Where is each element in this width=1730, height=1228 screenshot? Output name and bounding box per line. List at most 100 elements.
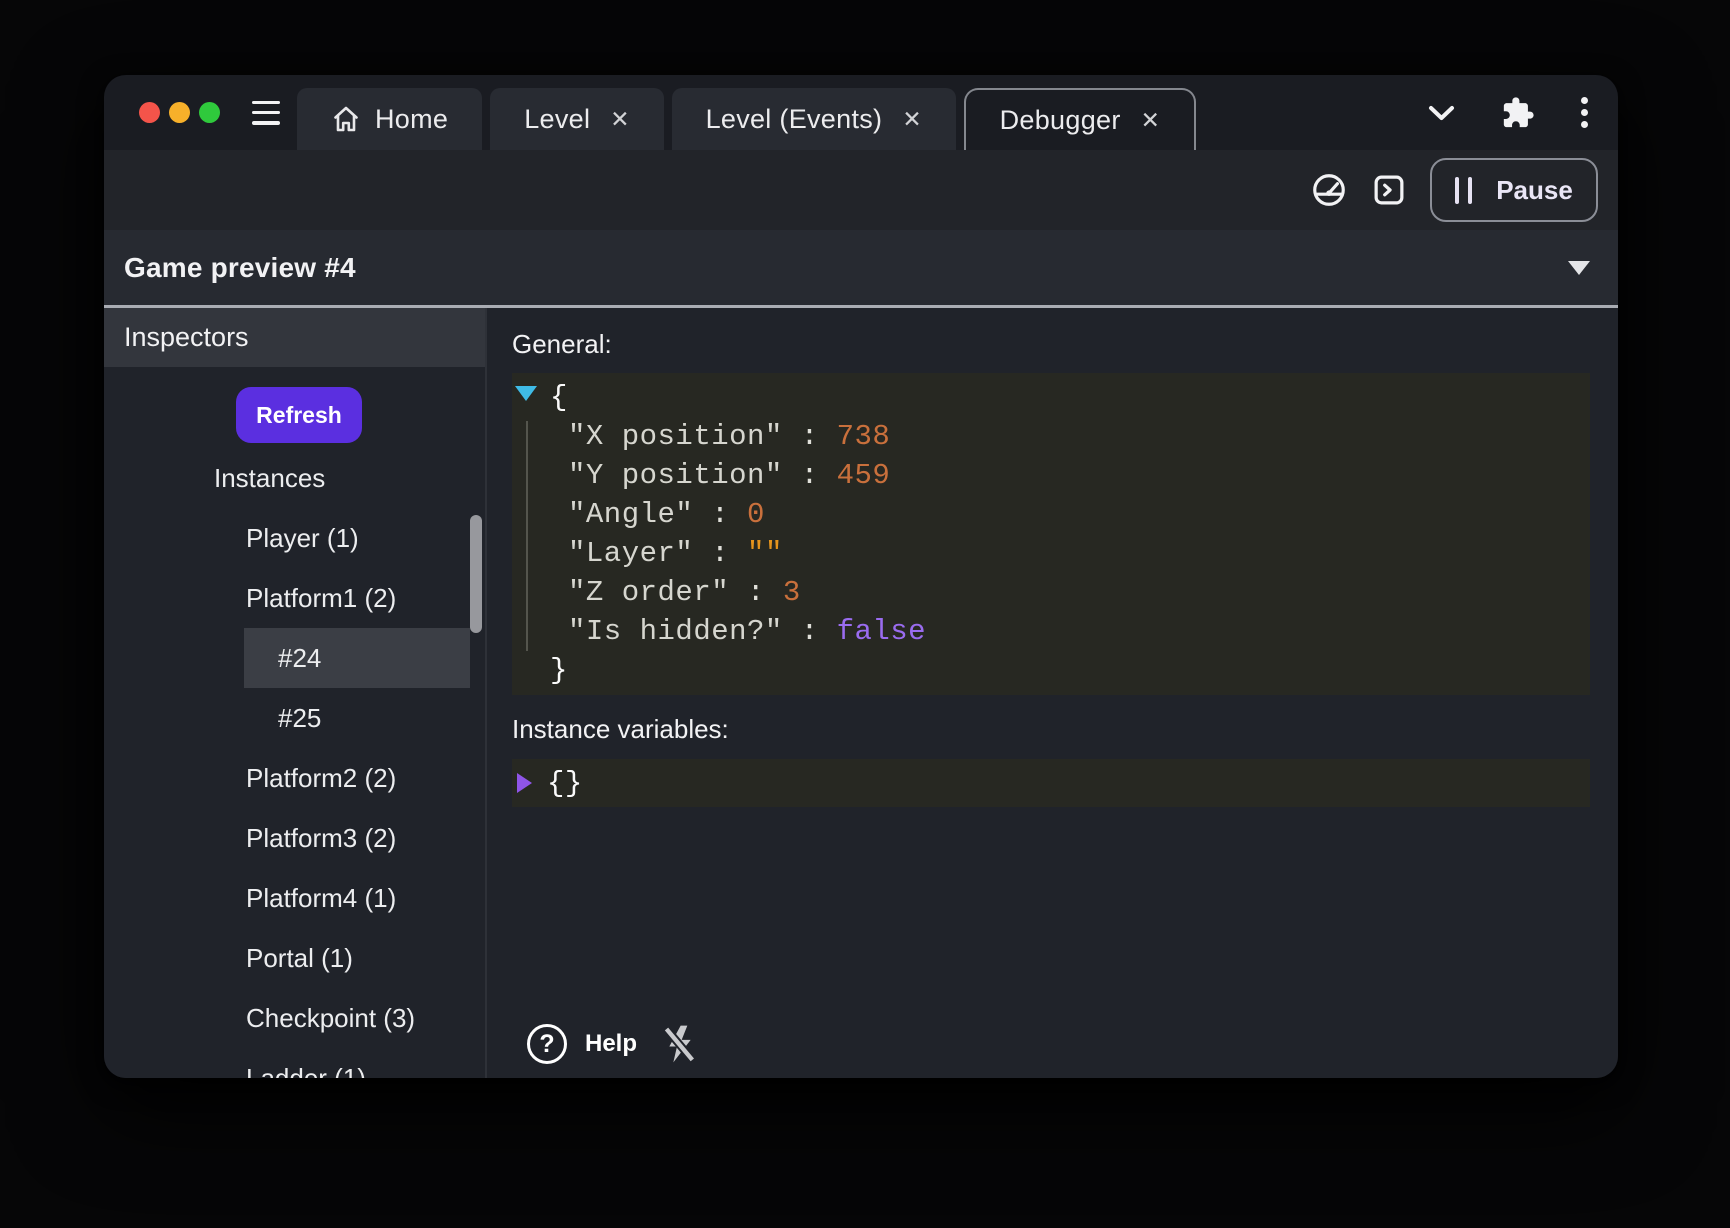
json-value: 0 xyxy=(747,498,765,531)
pause-button-label: Pause xyxy=(1496,175,1573,206)
general-json-viewer: { "X position" : 738 "Y position" : 459 … xyxy=(512,373,1590,695)
tab-level-events-[interactable]: Level (Events) ✕ xyxy=(672,88,956,150)
instances-tree-item-label: Player (1) xyxy=(104,523,359,554)
app-window: Home Level ✕ Level (Events) ✕ Debugger ✕ xyxy=(104,75,1618,1078)
close-window-button[interactable] xyxy=(139,102,160,123)
instances-tree-item-label: #25 xyxy=(104,703,321,734)
json-property-row: "X position" : 738 xyxy=(512,417,1590,456)
json-key: "Angle" xyxy=(568,498,693,531)
instances-tree-item-label: #24 xyxy=(104,643,321,674)
json-colon: : xyxy=(783,615,837,648)
instances-tree-item-label: Platform3 (2) xyxy=(104,823,396,854)
close-brace: } xyxy=(512,654,568,687)
instances-tree-item-player-1-[interactable]: Player (1) xyxy=(104,508,485,568)
instances-tree-item-platform2-2-[interactable]: Platform2 (2) xyxy=(104,748,485,808)
tab-level[interactable]: Level ✕ xyxy=(490,88,663,150)
instances-tree-item-label: Platform1 (2) xyxy=(104,583,396,614)
titlebar: Home Level ✕ Level (Events) ✕ Debugger ✕ xyxy=(104,75,1618,150)
json-colon: : xyxy=(783,459,837,492)
json-property-row: "Angle" : 0 xyxy=(512,495,1590,534)
json-value: false xyxy=(837,615,927,648)
instances-tree-item-ladder-1-[interactable]: Ladder (1) xyxy=(104,1048,485,1078)
inspectors-header-label: Inspectors xyxy=(124,322,249,353)
instances-tree-item-label: Ladder (1) xyxy=(104,1063,366,1079)
instances-tree-item-portal-1-[interactable]: Portal (1) xyxy=(104,928,485,988)
console-button[interactable] xyxy=(1374,175,1404,205)
help-button[interactable]: ? Help xyxy=(527,1024,637,1064)
game-preview-title: Game preview #4 xyxy=(124,252,356,284)
collapsed-node-icon[interactable] xyxy=(517,773,532,793)
refresh-button[interactable]: Refresh xyxy=(236,387,362,443)
minimize-window-button[interactable] xyxy=(169,102,190,123)
kebab-icon xyxy=(1581,97,1588,104)
inspector-content: General: { "X position" : 738 "Y positio… xyxy=(487,308,1618,1078)
tab-label: Home xyxy=(375,104,448,135)
pause-icon xyxy=(1455,177,1472,204)
dropdown-caret-icon xyxy=(1568,261,1590,275)
instances-tree-item-platform3-2-[interactable]: Platform3 (2) xyxy=(104,808,485,868)
tab-close-icon[interactable]: ✕ xyxy=(1135,109,1160,132)
instances-tree: Instances Player (1) Platform1 (2) #24 #… xyxy=(104,448,485,1078)
zoom-window-button[interactable] xyxy=(199,102,220,123)
tab-label: Debugger xyxy=(1000,105,1121,136)
debugger-toolbar: Pause xyxy=(104,150,1618,230)
instances-tree-item-label: Instances xyxy=(104,463,325,494)
json-key: "Y position" xyxy=(568,459,783,492)
instances-tree-item-label: Platform4 (1) xyxy=(104,883,396,914)
general-section-label: General: xyxy=(512,326,1590,362)
instances-tree-item-platform4-1-[interactable]: Platform4 (1) xyxy=(104,868,485,928)
profiler-button[interactable] xyxy=(1310,171,1348,209)
instance-variables-label: Instance variables: xyxy=(512,711,1590,747)
flash-off-icon xyxy=(659,1022,699,1066)
chevron-down-icon xyxy=(1428,104,1455,122)
json-colon: : xyxy=(729,576,783,609)
desktop-background: Home Level ✕ Level (Events) ✕ Debugger ✕ xyxy=(0,0,1730,1228)
tree-guide-line xyxy=(526,421,528,651)
main-menu-button[interactable] xyxy=(252,101,280,125)
json-colon: : xyxy=(783,420,837,453)
json-value: "" xyxy=(747,537,783,570)
tab-label: Level xyxy=(524,104,590,135)
instances-tree-item-instances[interactable]: Instances xyxy=(104,448,485,508)
json-colon: : xyxy=(693,537,747,570)
json-key: "X position" xyxy=(568,420,783,453)
instances-tree-item-label: Checkpoint (3) xyxy=(104,1003,415,1034)
instance-variables-viewer: {} xyxy=(512,759,1590,807)
json-property-row: "Y position" : 459 xyxy=(512,456,1590,495)
json-key: "Is hidden?" xyxy=(568,615,783,648)
empty-object-value: {} xyxy=(532,767,583,800)
tab-home[interactable]: Home xyxy=(297,88,482,150)
tab-debugger[interactable]: Debugger ✕ xyxy=(964,88,1196,150)
question-mark-icon: ? xyxy=(527,1024,567,1064)
puzzle-icon xyxy=(1501,96,1535,130)
titlebar-actions xyxy=(1428,75,1588,150)
overflow-menu-button[interactable] xyxy=(1581,97,1588,128)
extensions-button[interactable] xyxy=(1501,96,1535,130)
game-preview-selector[interactable]: Game preview #4 xyxy=(104,230,1618,305)
instances-tree-item-label: Platform2 (2) xyxy=(104,763,396,794)
tab-close-icon[interactable]: ✕ xyxy=(604,108,629,131)
instances-tree-item-platform1-2-[interactable]: Platform1 (2) xyxy=(104,568,485,628)
help-button-label: Help xyxy=(585,1030,637,1058)
tab-close-icon[interactable]: ✕ xyxy=(896,108,921,131)
json-property-row: "Layer" : "" xyxy=(512,534,1590,573)
help-row: ? Help xyxy=(527,1022,699,1066)
disable-autofocus-button[interactable] xyxy=(659,1022,699,1066)
inspectors-sidebar: Inspectors Refresh Instances Player (1) … xyxy=(104,308,485,1078)
traffic-lights xyxy=(104,102,220,123)
home-icon xyxy=(331,104,361,134)
debugger-body: Inspectors Refresh Instances Player (1) … xyxy=(104,308,1618,1078)
json-key: "Layer" xyxy=(568,537,693,570)
instances-tree-item-#24[interactable]: #24 xyxy=(104,628,485,688)
sidebar-scrollbar-thumb[interactable] xyxy=(470,515,482,633)
pause-button[interactable]: Pause xyxy=(1430,158,1598,222)
json-key: "Z order" xyxy=(568,576,729,609)
collapse-tabs-button[interactable] xyxy=(1428,104,1455,122)
instances-tree-item-#25[interactable]: #25 xyxy=(104,688,485,748)
instances-tree-item-checkpoint-3-[interactable]: Checkpoint (3) xyxy=(104,988,485,1048)
tab-label: Level (Events) xyxy=(706,104,883,135)
json-property-row: "Is hidden?" : false xyxy=(512,612,1590,651)
json-value: 459 xyxy=(837,459,891,492)
json-value: 3 xyxy=(783,576,801,609)
expanded-node-icon[interactable] xyxy=(515,386,537,401)
